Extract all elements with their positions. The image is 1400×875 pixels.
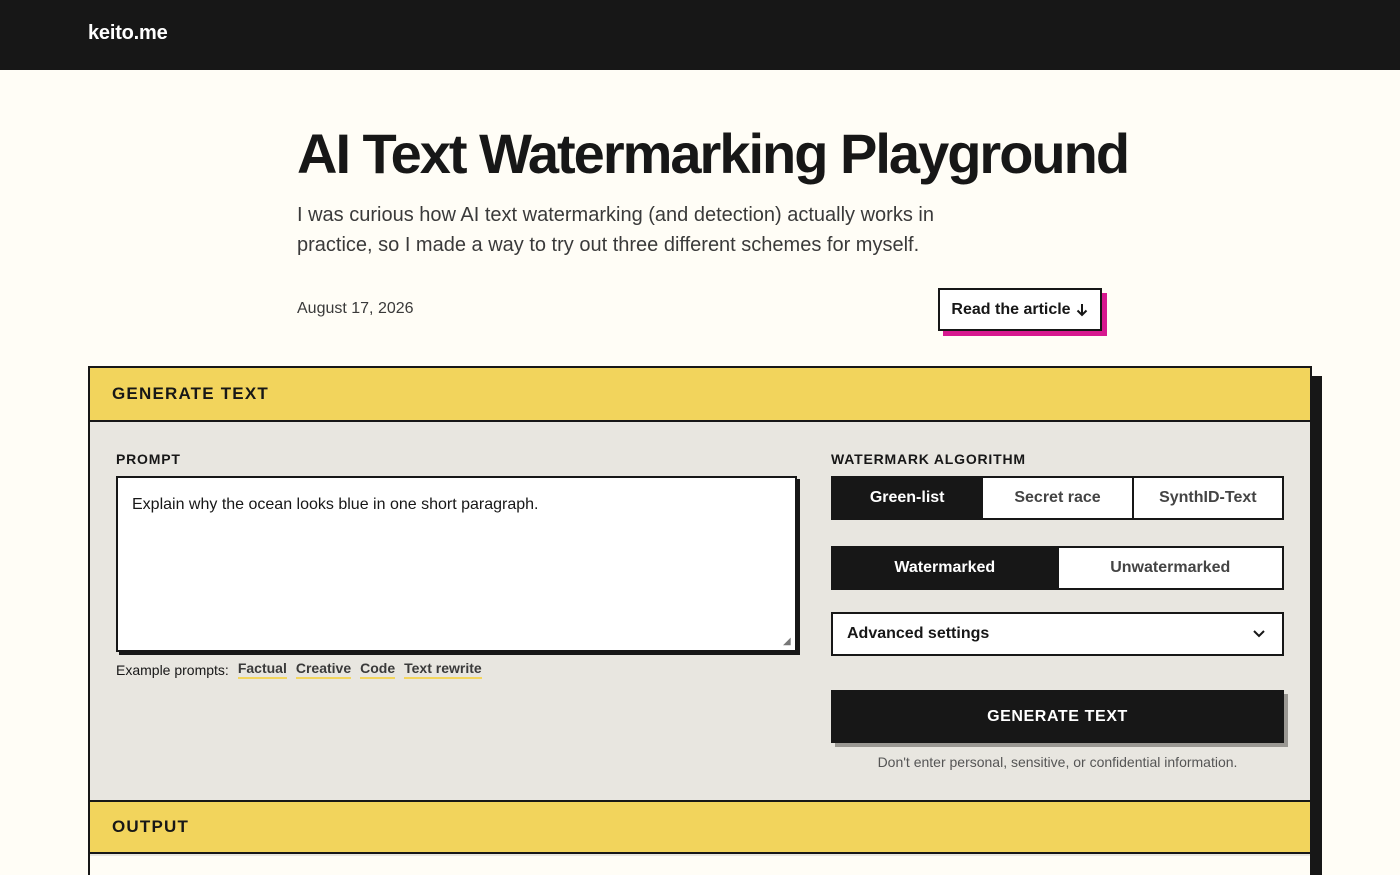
example-factual[interactable]: Factual bbox=[237, 660, 287, 679]
advanced-settings-toggle[interactable]: Advanced settings bbox=[831, 612, 1284, 656]
generate-panel: GENERATE TEXT PROMPT Explain why the oce… bbox=[88, 366, 1312, 875]
example-prompts: Example prompts: Factual Creative Code T… bbox=[116, 660, 482, 679]
advanced-settings-label: Advanced settings bbox=[847, 625, 990, 642]
mode-option-watermarked[interactable]: Watermarked bbox=[833, 548, 1057, 588]
generate-section-title: GENERATE TEXT bbox=[112, 384, 269, 403]
resize-handle-icon[interactable]: ◢ bbox=[783, 637, 793, 647]
page-title: AI Text Watermarking Playground bbox=[297, 122, 1130, 185]
generate-section-header: GENERATE TEXT bbox=[90, 368, 1310, 422]
top-bar: keito.me bbox=[0, 0, 1400, 70]
algorithm-option-synthid-text[interactable]: SynthID-Text bbox=[1131, 478, 1282, 518]
generate-text-button[interactable]: GENERATE TEXT bbox=[831, 690, 1284, 743]
example-creative[interactable]: Creative bbox=[295, 660, 352, 679]
output-section-title: OUTPUT bbox=[112, 817, 190, 836]
read-article-button[interactable]: Read the article bbox=[938, 288, 1102, 331]
example-text-rewrite[interactable]: Text rewrite bbox=[404, 660, 482, 679]
output-area bbox=[90, 856, 1310, 875]
output-section-header: OUTPUT bbox=[90, 800, 1310, 854]
algorithm-option-green-list[interactable]: Green-list bbox=[833, 478, 982, 518]
algorithm-label: WATERMARK ALGORITHM bbox=[831, 451, 1026, 467]
mode-selector: Watermarked Unwatermarked bbox=[831, 546, 1284, 590]
prompt-label: PROMPT bbox=[116, 451, 181, 467]
brand-logo[interactable]: keito.me bbox=[88, 22, 168, 45]
arrow-down-icon bbox=[1076, 303, 1087, 316]
mode-option-unwatermarked[interactable]: Unwatermarked bbox=[1056, 548, 1283, 588]
intro-text: I was curious how AI text watermarking (… bbox=[297, 204, 934, 256]
prompt-input[interactable]: Explain why the ocean looks blue in one … bbox=[116, 476, 797, 652]
chevron-down-icon bbox=[1253, 630, 1265, 638]
privacy-disclaimer: Don't enter personal, sensitive, or conf… bbox=[877, 754, 1238, 770]
publish-date: August 17, 2026 bbox=[297, 300, 414, 317]
algorithm-option-secret-race[interactable]: Secret race bbox=[981, 478, 1131, 518]
read-article-label: Read the article bbox=[951, 300, 1071, 318]
example-prompts-label: Example prompts: bbox=[116, 661, 229, 678]
example-code[interactable]: Code bbox=[360, 660, 396, 679]
algorithm-selector: Green-list Secret race SynthID-Text bbox=[831, 476, 1284, 520]
